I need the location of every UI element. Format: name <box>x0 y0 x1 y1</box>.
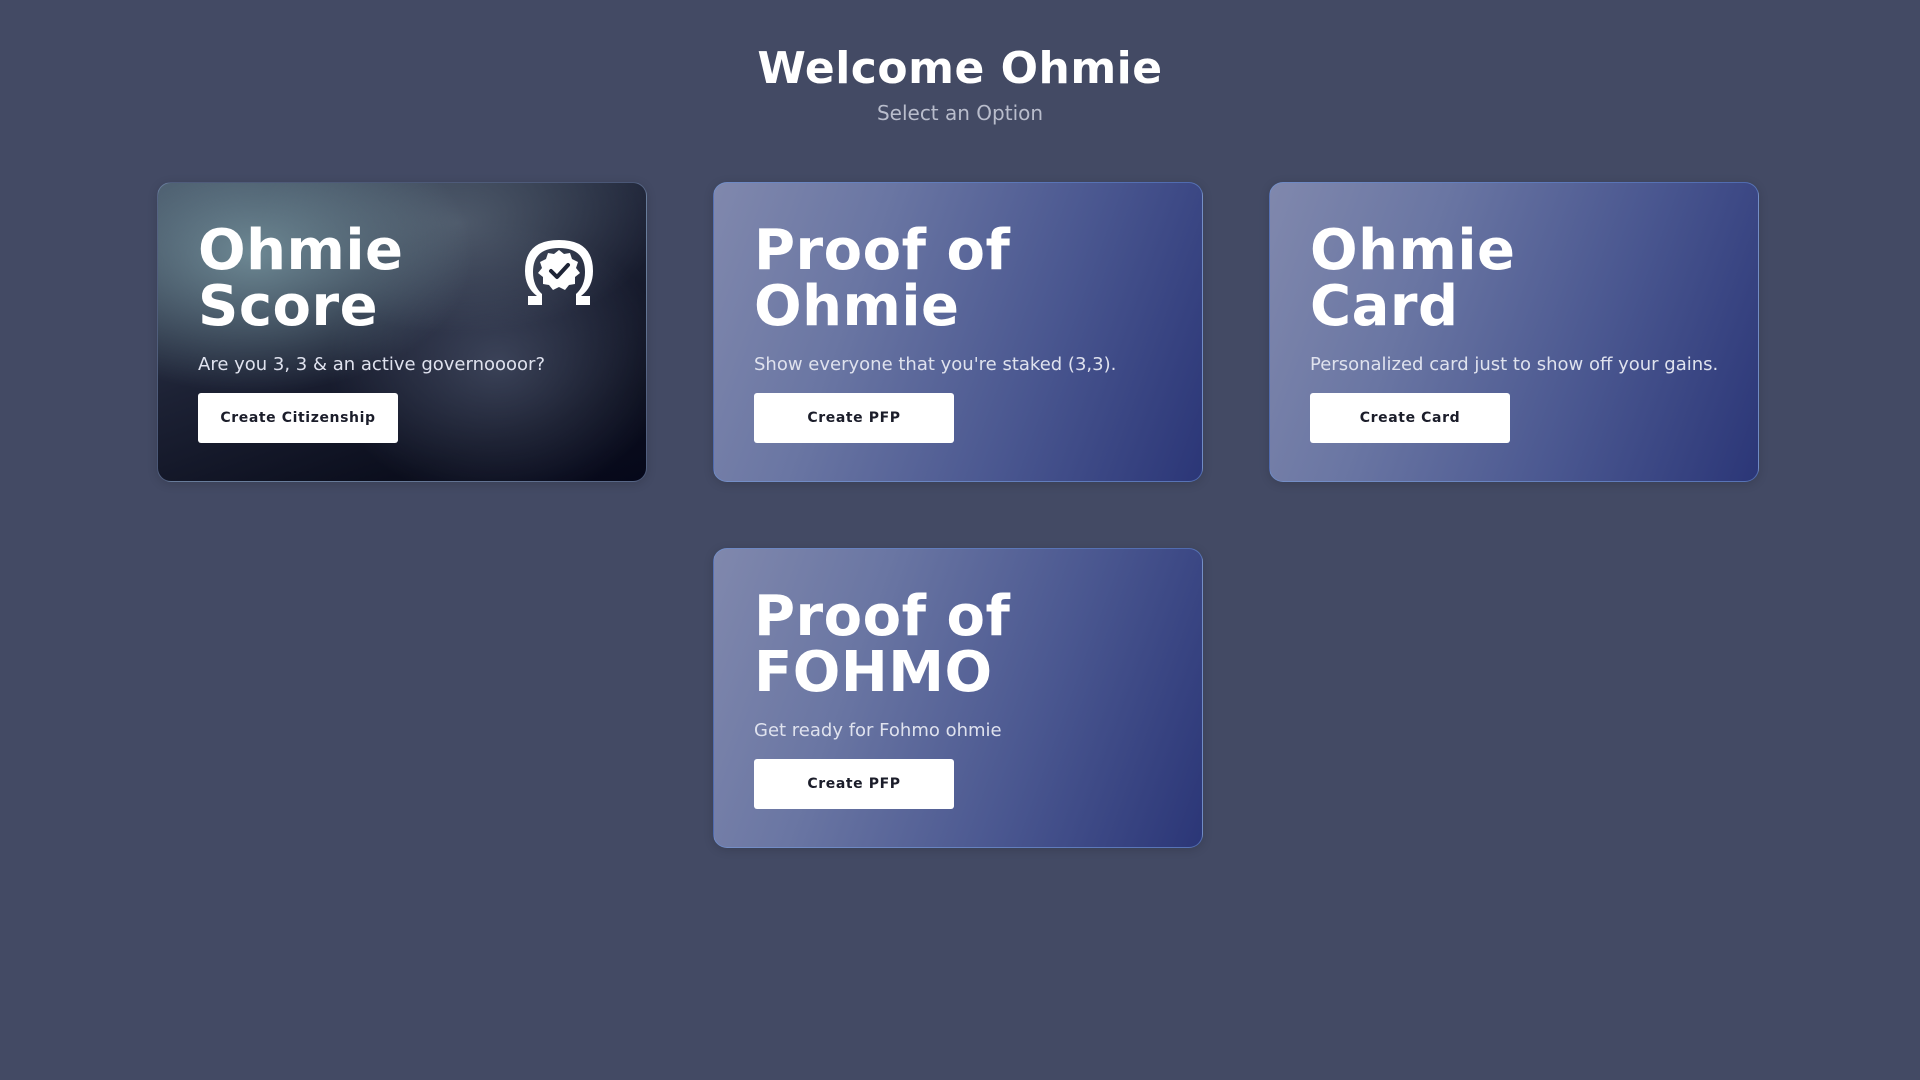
card-description: Are you 3, 3 & an active governoooor? <box>198 354 545 375</box>
create-card-button[interactable]: Create Card <box>1310 393 1510 443</box>
create-pfp-fohmo-button[interactable]: Create PFP <box>754 759 954 809</box>
omega-badge-check-icon <box>525 240 593 305</box>
card-title: Proof of Ohmie <box>754 218 1011 339</box>
card-description: Personalized card just to show off your … <box>1310 354 1719 375</box>
card-title: Proof of FOHMO <box>754 584 1011 705</box>
card-title: Ohmie Score <box>198 218 404 339</box>
create-citizenship-button[interactable]: Create Citizenship <box>198 393 398 443</box>
page-header: Welcome Ohmie Select an Option <box>0 40 1920 126</box>
card-ohmie-score: Ohmie Score Are you 3, 3 & an active gov… <box>157 182 647 482</box>
card-proof-of-fohmo: Proof of FOHMO Get ready for Fohmo ohmie… <box>713 548 1203 848</box>
card-ohmie-card: Ohmie Card Personalized card just to sho… <box>1269 182 1759 482</box>
card-title: Ohmie Card <box>1310 218 1516 339</box>
card-description: Get ready for Fohmo ohmie <box>754 720 1002 741</box>
create-pfp-button[interactable]: Create PFP <box>754 393 954 443</box>
page-subtitle: Select an Option <box>876 101 1044 125</box>
card-proof-of-ohmie: Proof of Ohmie Show everyone that you're… <box>713 182 1203 482</box>
card-description: Show everyone that you're staked (3,3). <box>754 354 1117 375</box>
page-title: Welcome Ohmie <box>757 43 1163 94</box>
